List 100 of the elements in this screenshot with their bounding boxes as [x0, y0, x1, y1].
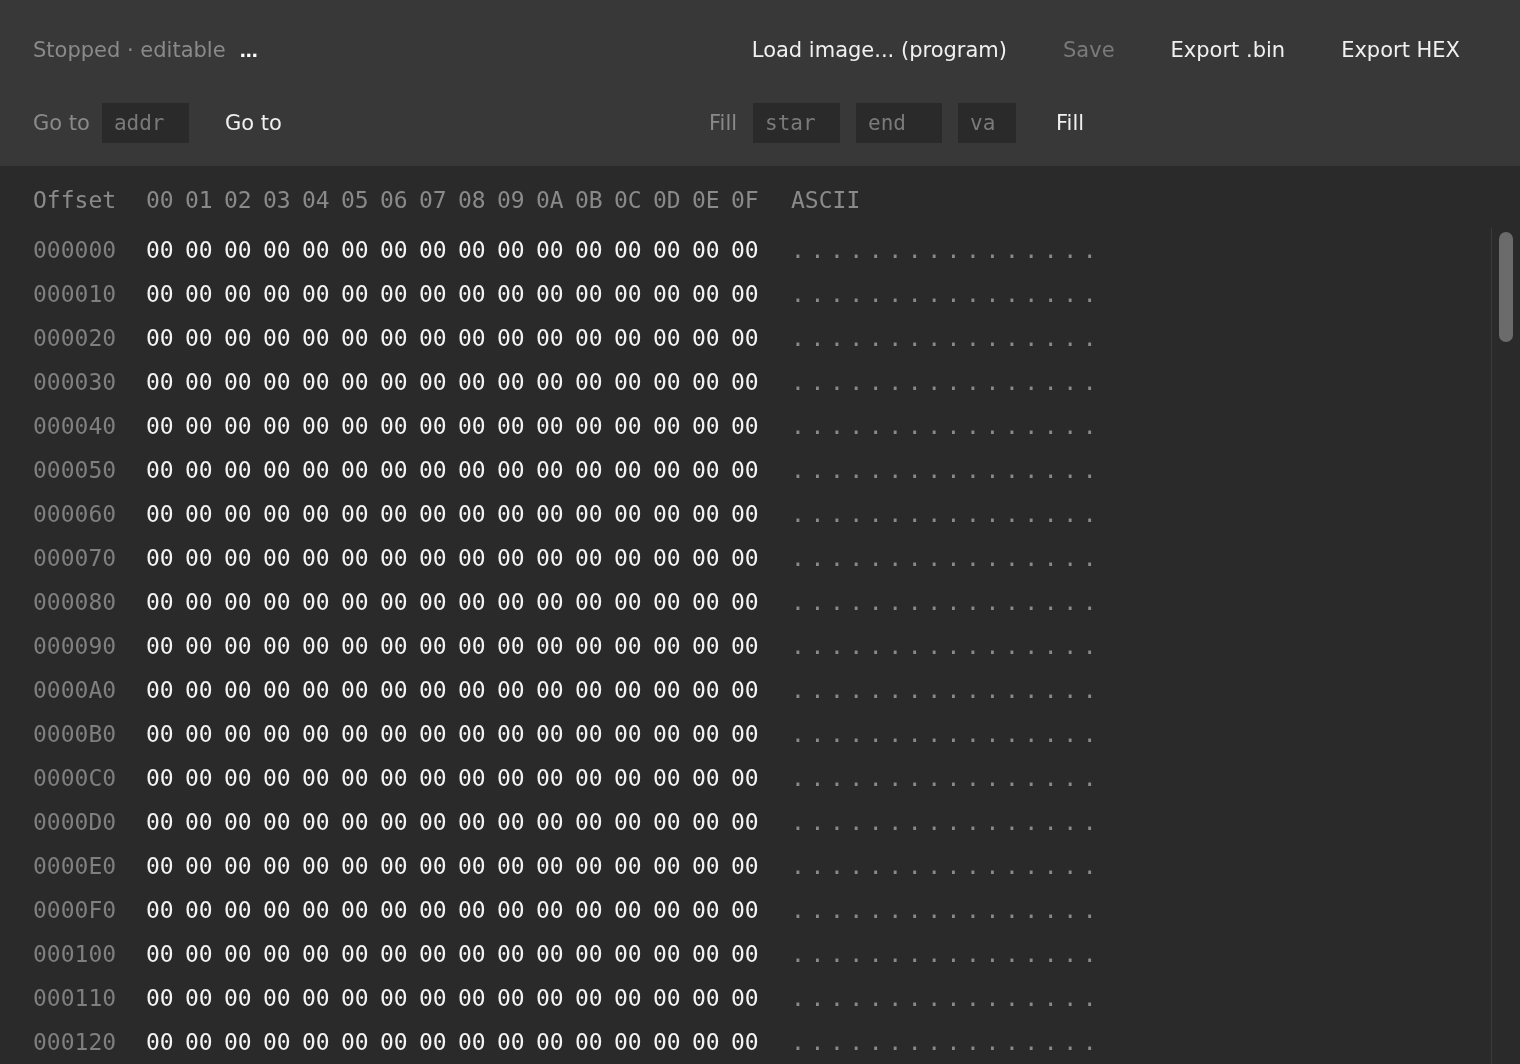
byte-cell[interactable]: 00 [536, 457, 575, 483]
byte-cell[interactable]: 00 [185, 237, 224, 263]
byte-cell[interactable]: 00 [419, 809, 458, 835]
byte-cell[interactable]: 00 [536, 589, 575, 615]
byte-cell[interactable]: 00 [419, 941, 458, 967]
byte-cell[interactable]: 00 [536, 1029, 575, 1055]
byte-cell[interactable]: 00 [341, 413, 380, 439]
byte-cell[interactable]: 00 [263, 413, 302, 439]
byte-cell[interactable]: 00 [302, 985, 341, 1011]
fill-field[interactable]: va [958, 103, 1017, 143]
byte-cell[interactable]: 00 [458, 633, 497, 659]
byte-cell[interactable]: 00 [224, 413, 263, 439]
byte-cell[interactable]: 00 [731, 281, 770, 307]
byte-cell[interactable]: 00 [653, 237, 692, 263]
byte-cell[interactable]: 00 [614, 721, 653, 747]
byte-cell[interactable]: 00 [497, 765, 536, 791]
byte-cell[interactable]: 00 [341, 369, 380, 395]
byte-cell[interactable]: 00 [341, 765, 380, 791]
byte-cell[interactable]: 00 [653, 677, 692, 703]
byte-cell[interactable]: 00 [497, 237, 536, 263]
byte-cell[interactable]: 00 [692, 501, 731, 527]
byte-cell[interactable]: 00 [146, 457, 185, 483]
byte-cell[interactable]: 00 [653, 413, 692, 439]
byte-cell[interactable]: 00 [731, 897, 770, 923]
byte-cell[interactable]: 00 [497, 457, 536, 483]
byte-cell[interactable]: 00 [536, 281, 575, 307]
byte-cell[interactable]: 00 [380, 853, 419, 879]
byte-cell[interactable]: 00 [341, 677, 380, 703]
byte-cell[interactable]: 00 [692, 369, 731, 395]
byte-cell[interactable]: 00 [653, 941, 692, 967]
byte-cell[interactable]: 00 [380, 985, 419, 1011]
byte-cell[interactable]: 00 [653, 809, 692, 835]
byte-cell[interactable]: 00 [653, 501, 692, 527]
byte-cell[interactable]: 00 [419, 545, 458, 571]
byte-cell[interactable]: 00 [380, 457, 419, 483]
byte-cell[interactable]: 00 [614, 809, 653, 835]
byte-cell[interactable]: 00 [341, 457, 380, 483]
byte-cell[interactable]: 00 [419, 853, 458, 879]
byte-cell[interactable]: 00 [614, 369, 653, 395]
byte-cell[interactable]: 00 [536, 765, 575, 791]
byte-cell[interactable]: 00 [146, 677, 185, 703]
byte-cell[interactable]: 00 [653, 853, 692, 879]
byte-cell[interactable]: 00 [419, 677, 458, 703]
byte-cell[interactable]: 00 [575, 941, 614, 967]
byte-cell[interactable]: 00 [185, 985, 224, 1011]
byte-cell[interactable]: 00 [146, 765, 185, 791]
byte-cell[interactable]: 00 [380, 369, 419, 395]
byte-cell[interactable]: 00 [380, 765, 419, 791]
byte-cell[interactable]: 00 [497, 545, 536, 571]
byte-cell[interactable]: 00 [224, 897, 263, 923]
byte-cell[interactable]: 00 [653, 633, 692, 659]
byte-cell[interactable]: 00 [302, 325, 341, 351]
byte-cell[interactable]: 00 [653, 281, 692, 307]
byte-cell[interactable]: 00 [380, 281, 419, 307]
byte-cell[interactable]: 00 [302, 545, 341, 571]
byte-cell[interactable]: 00 [263, 721, 302, 747]
byte-cell[interactable]: 00 [380, 589, 419, 615]
byte-cell[interactable]: 00 [419, 721, 458, 747]
byte-cell[interactable]: 00 [146, 1029, 185, 1055]
byte-cell[interactable]: 00 [458, 237, 497, 263]
byte-cell[interactable]: 00 [497, 941, 536, 967]
byte-cell[interactable]: 00 [458, 545, 497, 571]
byte-cell[interactable]: 00 [224, 369, 263, 395]
byte-cell[interactable]: 00 [653, 545, 692, 571]
byte-cell[interactable]: 00 [692, 985, 731, 1011]
byte-cell[interactable]: 00 [263, 545, 302, 571]
byte-cell[interactable]: 00 [185, 765, 224, 791]
byte-cell[interactable]: 00 [341, 897, 380, 923]
byte-cell[interactable]: 00 [146, 501, 185, 527]
byte-cell[interactable]: 00 [575, 545, 614, 571]
byte-cell[interactable]: 00 [263, 809, 302, 835]
byte-cell[interactable]: 00 [185, 413, 224, 439]
byte-cell[interactable]: 00 [224, 677, 263, 703]
byte-cell[interactable]: 00 [224, 985, 263, 1011]
byte-cell[interactable]: 00 [692, 633, 731, 659]
byte-cell[interactable]: 00 [380, 677, 419, 703]
byte-cell[interactable]: 00 [341, 589, 380, 615]
byte-cell[interactable]: 00 [692, 1029, 731, 1055]
byte-cell[interactable]: 00 [419, 589, 458, 615]
byte-cell[interactable]: 00 [614, 941, 653, 967]
byte-cell[interactable]: 00 [614, 501, 653, 527]
byte-cell[interactable]: 00 [497, 853, 536, 879]
byte-cell[interactable]: 00 [536, 809, 575, 835]
byte-cell[interactable]: 00 [224, 457, 263, 483]
byte-cell[interactable]: 00 [614, 413, 653, 439]
byte-cell[interactable]: 00 [575, 677, 614, 703]
byte-cell[interactable]: 00 [185, 633, 224, 659]
byte-cell[interactable]: 00 [653, 369, 692, 395]
byte-cell[interactable]: 00 [731, 853, 770, 879]
byte-cell[interactable]: 00 [731, 941, 770, 967]
byte-cell[interactable]: 00 [302, 765, 341, 791]
byte-cell[interactable]: 00 [731, 765, 770, 791]
byte-cell[interactable]: 00 [419, 281, 458, 307]
byte-cell[interactable]: 00 [224, 853, 263, 879]
byte-cell[interactable]: 00 [380, 545, 419, 571]
byte-cell[interactable]: 00 [614, 237, 653, 263]
byte-cell[interactable]: 00 [380, 237, 419, 263]
byte-cell[interactable]: 00 [185, 897, 224, 923]
byte-cell[interactable]: 00 [185, 369, 224, 395]
byte-cell[interactable]: 00 [692, 457, 731, 483]
